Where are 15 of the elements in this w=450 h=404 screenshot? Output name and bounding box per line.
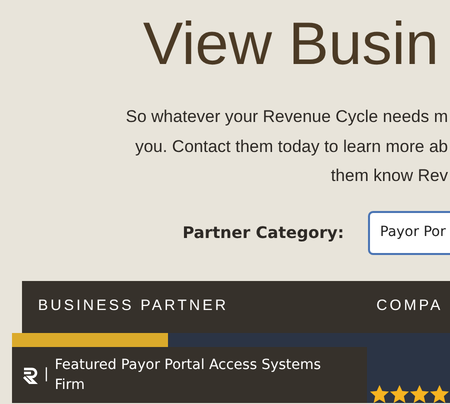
filter-label: Partner Category: [182,222,344,244]
page-heading: View Busin [142,9,440,74]
star-icon [430,384,449,402]
separator-mark: | [44,365,49,384]
star-icon [390,384,409,402]
intro-text: them know Rev [330,165,449,187]
category-select[interactable]: Payor Por [368,210,450,254]
featured-text: Featured Payor Portal Access Systems Firm [54,356,322,394]
column-header: COMPA [376,296,443,316]
intro-text: So whatever your Revenue Cycle needs m [126,106,449,128]
star-icon [410,384,429,402]
column-header: BUSINESS PARTNER [38,296,228,316]
logo-icon [22,366,38,384]
intro-text: you. Contact them today to learn more ab [135,136,449,158]
star-icon [370,384,389,402]
